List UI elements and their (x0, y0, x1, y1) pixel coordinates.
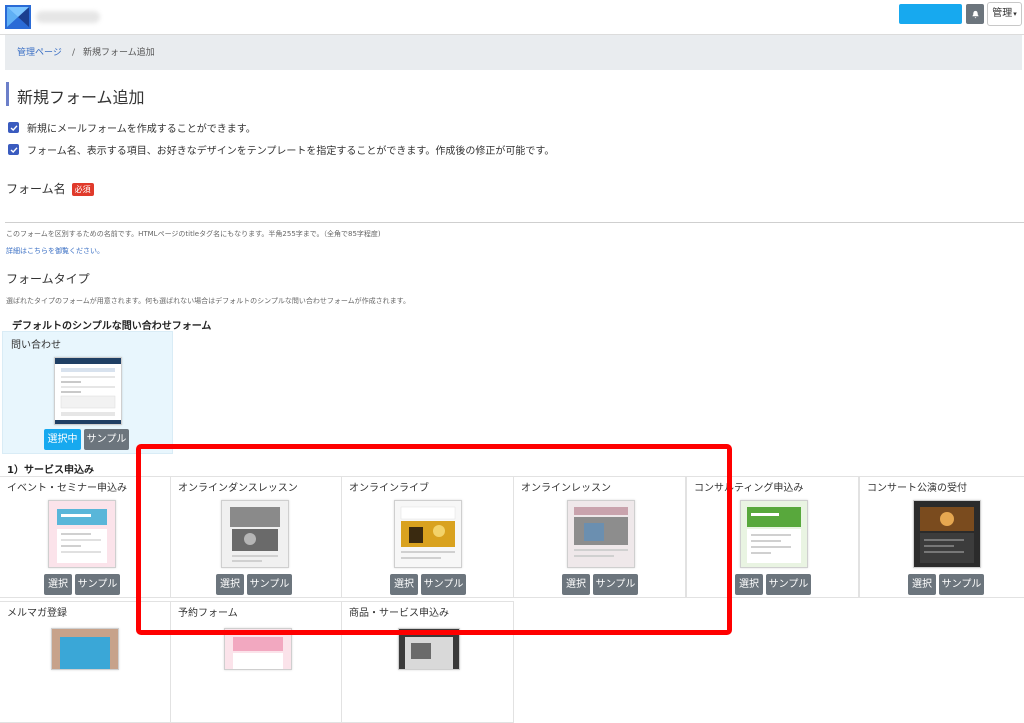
info-check-2: フォーム名、表示する項目、お好きなデザインをテンプレートを指定することができます… (8, 142, 554, 157)
form-name-label: フォーム名 必須 (6, 180, 94, 197)
sample-button[interactable]: サンプル (766, 574, 811, 595)
template-thumbnail (224, 628, 292, 670)
select-button[interactable]: 選択 (735, 574, 763, 595)
template-title: 問い合わせ (11, 340, 61, 351)
select-button[interactable]: 選択 (562, 574, 590, 595)
template-card-consulting[interactable]: コンサルティング申込み 選択 サンプル (686, 476, 859, 598)
chevron-down-icon: ▾ (1013, 10, 1017, 18)
info-check-text-1: 新規にメールフォームを作成することができます。 (27, 124, 256, 135)
select-button[interactable]: 選択 (44, 574, 72, 595)
template-card-mail-magazine[interactable]: メルマガ登録 (0, 601, 172, 723)
required-badge: 必須 (71, 183, 94, 196)
template-thumbnail (54, 357, 122, 425)
template-card-reservation[interactable]: 予約フォーム (170, 601, 343, 723)
form-name-label-text: フォーム名 (6, 182, 66, 196)
template-title: コンサート公演の受付 (867, 483, 967, 494)
default-sample-button[interactable]: サンプル (84, 429, 129, 450)
template-title: コンサルティング申込み (694, 483, 804, 494)
template-card-product-service[interactable]: 商品・サービス申込み (341, 601, 514, 723)
template-title: オンラインレッスン (521, 483, 611, 494)
app-name-blurred (36, 11, 100, 23)
template-title: 商品・サービス申込み (349, 608, 449, 619)
template-card-online-live[interactable]: オンラインライブ 選択 サンプル (341, 476, 514, 598)
sample-button[interactable]: サンプル (421, 574, 466, 595)
sample-button[interactable]: サンプル (593, 574, 638, 595)
info-check-1: 新規にメールフォームを作成することができます。 (8, 120, 256, 135)
check-icon (8, 144, 19, 155)
select-button[interactable]: 選択 (908, 574, 936, 595)
template-thumbnail (567, 500, 635, 568)
check-icon (8, 122, 19, 133)
page-title: 新規フォーム追加 (17, 88, 145, 107)
form-name-input[interactable] (5, 198, 1024, 223)
notification-bell-icon[interactable] (966, 4, 984, 24)
template-thumbnail (51, 628, 119, 670)
form-type-help: 選ばれたタイプのフォームが用意されます。何も選ばれない場合はデフォルトのシンプル… (6, 297, 410, 305)
sample-button[interactable]: サンプル (939, 574, 984, 595)
default-selected-button[interactable]: 選択中 (44, 429, 81, 450)
template-thumbnail (913, 500, 981, 568)
template-thumbnail (740, 500, 808, 568)
title-accent-bar (6, 82, 9, 106)
sample-button[interactable]: サンプル (247, 574, 292, 595)
template-thumbnail (394, 500, 462, 568)
template-thumbnail (398, 628, 460, 670)
category-heading: 1）サービス申込み (7, 465, 94, 476)
template-card-online-dance[interactable]: オンラインダンスレッスン 選択 サンプル (170, 476, 343, 598)
form-type-label: フォームタイプ (6, 272, 90, 286)
top-navbar: 管理▾ (0, 0, 1024, 35)
default-form-heading: デフォルトのシンプルな問い合わせフォーム (12, 321, 212, 332)
select-button[interactable]: 選択 (216, 574, 244, 595)
breadcrumb-separator: / (72, 48, 76, 58)
default-template-card[interactable]: 問い合わせ 選択中 サンプル (2, 331, 173, 454)
template-title: オンラインダンスレッスン (178, 483, 298, 494)
info-check-text-2: フォーム名、表示する項目、お好きなデザインをテンプレートを指定することができます… (27, 146, 555, 157)
template-title: オンラインライブ (349, 483, 429, 494)
nav-action-button[interactable] (899, 4, 962, 24)
template-card-concert[interactable]: コンサート公演の受付 選択 サンプル (859, 476, 1024, 598)
sample-button[interactable]: サンプル (75, 574, 120, 595)
breadcrumb: 管理ページ / 新規フォーム追加 (5, 35, 1022, 70)
template-card-event-seminar[interactable]: イベント・セミナー申込み 選択 サンプル (0, 476, 172, 598)
admin-dropdown[interactable]: 管理▾ (987, 2, 1022, 26)
admin-dropdown-label: 管理 (992, 8, 1013, 19)
template-title: イベント・セミナー申込み (7, 483, 127, 494)
detail-link[interactable]: 詳細はこちらを御覧ください。 (6, 246, 104, 256)
app-logo-icon[interactable] (5, 5, 31, 29)
template-title: メルマガ登録 (7, 608, 67, 619)
template-thumbnail (221, 500, 289, 568)
template-thumbnail (48, 500, 116, 568)
breadcrumb-current: 新規フォーム追加 (83, 48, 155, 58)
form-name-help: このフォームを区別するための名前です。HTMLページのtitleタグ名にもなりま… (6, 230, 381, 238)
select-button[interactable]: 選択 (390, 574, 418, 595)
breadcrumb-home-link[interactable]: 管理ページ (17, 35, 62, 71)
template-card-online-lesson[interactable]: オンラインレッスン 選択 サンプル (513, 476, 686, 598)
template-title: 予約フォーム (178, 608, 238, 619)
